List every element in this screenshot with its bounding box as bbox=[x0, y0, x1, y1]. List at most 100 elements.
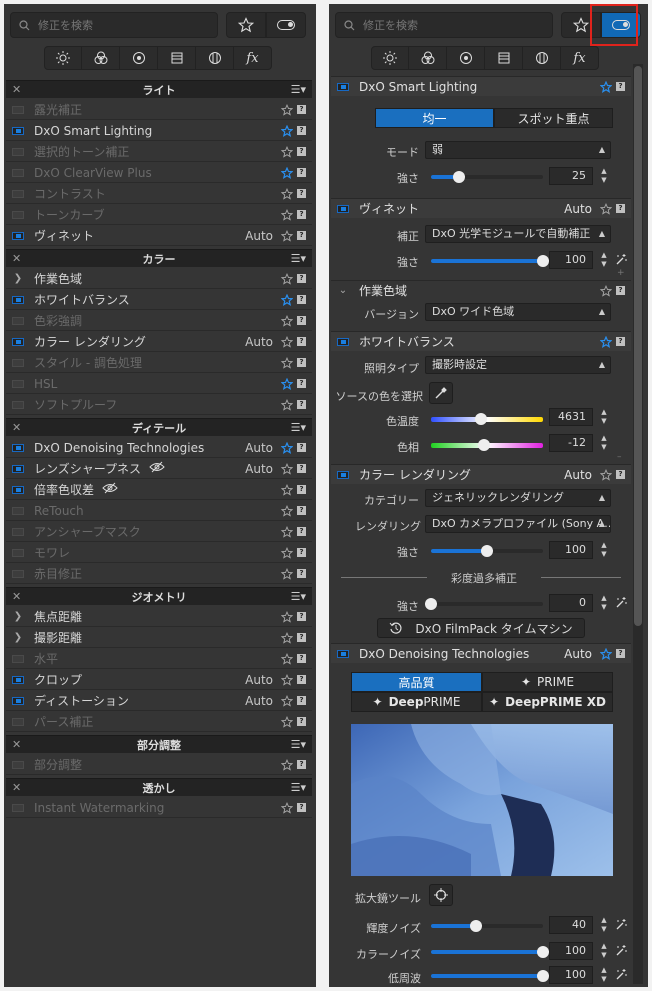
stepper-icon[interactable]: ▲ ▼ bbox=[599, 594, 609, 612]
enable-checkbox[interactable] bbox=[12, 803, 24, 812]
star-outline-icon[interactable] bbox=[281, 103, 293, 116]
mode-select[interactable]: 弱 ▲▼ bbox=[425, 141, 611, 159]
resize-handle-icon[interactable]: – bbox=[617, 452, 622, 462]
search-input-left[interactable]: 修正を検索 bbox=[10, 12, 218, 38]
low-frequency-slider[interactable] bbox=[431, 970, 549, 982]
light-palette-icon[interactable] bbox=[371, 46, 409, 70]
loupe-button[interactable] bbox=[429, 884, 453, 906]
category-header[interactable]: ✕ ディテール ☰▾ bbox=[6, 418, 312, 436]
working-space-header[interactable]: ⌄ 作業色域 ? bbox=[331, 280, 631, 300]
active-corrections-toggle[interactable] bbox=[266, 12, 306, 38]
luminance-noise-slider[interactable] bbox=[431, 920, 543, 932]
enable-checkbox[interactable] bbox=[12, 316, 24, 325]
help-icon[interactable]: ? bbox=[297, 548, 306, 557]
help-icon[interactable]: ? bbox=[297, 105, 306, 114]
magic-wand-icon[interactable] bbox=[615, 969, 627, 981]
stepper-icon[interactable]: ▲ ▼ bbox=[599, 408, 609, 426]
enable-checkbox[interactable] bbox=[12, 717, 24, 726]
star-outline-icon[interactable] bbox=[281, 356, 293, 369]
help-icon[interactable]: ? bbox=[297, 274, 306, 283]
help-icon[interactable]: ? bbox=[297, 379, 306, 388]
star-filled-icon[interactable] bbox=[281, 441, 293, 454]
category-header[interactable]: ✕ ジオメトリ ☰▾ bbox=[6, 587, 312, 605]
hq-button[interactable]: 高品質 bbox=[351, 672, 482, 692]
close-icon[interactable]: ✕ bbox=[12, 738, 21, 751]
chevron-down-icon[interactable]: ⌄ bbox=[337, 285, 349, 296]
white-balance-checkbox[interactable] bbox=[337, 337, 349, 346]
correction-row[interactable]: アンシャープマスク? bbox=[6, 522, 312, 542]
color-palette-icon[interactable] bbox=[82, 46, 120, 70]
menu-dropdown-icon[interactable]: ☰▾ bbox=[291, 252, 306, 265]
help-icon[interactable]: ? bbox=[616, 337, 625, 346]
stepper-icon[interactable]: ▲ ▼ bbox=[599, 541, 609, 559]
strength-value[interactable]: 25 bbox=[549, 167, 593, 185]
slider-knob[interactable] bbox=[453, 171, 465, 183]
oversat-value[interactable]: 0 bbox=[549, 594, 593, 612]
enable-checkbox[interactable] bbox=[12, 654, 24, 663]
star-outline-icon[interactable] bbox=[281, 462, 293, 475]
help-icon[interactable]: ? bbox=[297, 295, 306, 304]
star-outline-icon[interactable] bbox=[281, 398, 293, 411]
menu-dropdown-icon[interactable]: ☰▾ bbox=[291, 83, 306, 96]
enable-checkbox[interactable] bbox=[12, 295, 24, 304]
help-icon[interactable]: ? bbox=[297, 337, 306, 346]
strength-slider[interactable] bbox=[431, 255, 549, 267]
star-filled-icon[interactable] bbox=[281, 377, 293, 390]
category-header[interactable]: ✕ ライト ☰▾ bbox=[6, 80, 312, 98]
star-filled-icon[interactable] bbox=[281, 124, 293, 137]
help-icon[interactable]: ? bbox=[297, 168, 306, 177]
help-icon[interactable]: ? bbox=[616, 82, 625, 91]
white-balance-header[interactable]: ホワイトバランス ? bbox=[331, 331, 631, 351]
help-icon[interactable]: ? bbox=[297, 464, 306, 473]
strength-slider[interactable] bbox=[431, 545, 543, 557]
geometry-palette-icon[interactable] bbox=[485, 46, 523, 70]
menu-dropdown-icon[interactable]: ☰▾ bbox=[291, 738, 306, 751]
correction-row[interactable]: コントラスト? bbox=[6, 184, 312, 204]
correction-row[interactable]: 倍率色収差? bbox=[6, 480, 312, 500]
enable-checkbox[interactable] bbox=[12, 443, 24, 452]
enable-checkbox[interactable] bbox=[12, 400, 24, 409]
smart-lighting-checkbox[interactable] bbox=[337, 82, 349, 91]
help-icon[interactable]: ? bbox=[297, 675, 306, 684]
enable-checkbox[interactable] bbox=[12, 147, 24, 156]
resize-handle-icon[interactable]: + bbox=[617, 268, 625, 278]
star-outline-icon[interactable] bbox=[281, 229, 293, 242]
correction-row[interactable]: ヴィネット Auto? bbox=[6, 226, 312, 246]
close-icon[interactable]: ✕ bbox=[12, 590, 21, 603]
enable-checkbox[interactable] bbox=[12, 569, 24, 578]
star-outline-icon[interactable] bbox=[281, 631, 293, 644]
correction-row[interactable]: 部分調整? bbox=[6, 755, 312, 775]
help-icon[interactable]: ? bbox=[297, 210, 306, 219]
chevron-right-icon[interactable]: ❯ bbox=[12, 632, 24, 643]
strength-value[interactable]: 100 bbox=[549, 251, 593, 269]
eyedropper-button[interactable] bbox=[429, 382, 453, 404]
eye-hidden-icon[interactable] bbox=[102, 482, 118, 494]
enable-checkbox[interactable] bbox=[12, 210, 24, 219]
chevron-right-icon[interactable]: ❯ bbox=[12, 273, 24, 284]
magic-wand-icon[interactable] bbox=[615, 919, 627, 931]
close-icon[interactable]: ✕ bbox=[12, 421, 21, 434]
eye-hidden-icon[interactable] bbox=[149, 461, 165, 473]
slider-knob[interactable] bbox=[481, 545, 493, 557]
star-outline-icon[interactable] bbox=[281, 567, 293, 580]
star-filled-icon[interactable] bbox=[600, 647, 612, 660]
light-palette-icon[interactable] bbox=[44, 46, 82, 70]
menu-dropdown-icon[interactable]: ☰▾ bbox=[291, 590, 306, 603]
effects-palette-icon[interactable]: fx bbox=[234, 46, 272, 70]
correction-row[interactable]: 水平? bbox=[6, 649, 312, 669]
enable-checkbox[interactable] bbox=[12, 379, 24, 388]
category-select[interactable]: ジェネリックレンダリング ▲▼ bbox=[425, 489, 611, 507]
stepper-icon[interactable]: ▲ ▼ bbox=[599, 916, 609, 934]
correction-row[interactable]: スタイル - 調色処理? bbox=[6, 353, 312, 373]
slider-knob[interactable] bbox=[537, 970, 549, 982]
correction-row[interactable]: パース補正? bbox=[6, 712, 312, 732]
correction-row[interactable]: ReTouch? bbox=[6, 501, 312, 521]
category-header[interactable]: ✕ 透かし ☰▾ bbox=[6, 778, 312, 796]
filmpack-time-machine-button[interactable]: DxO FilmPack タイムマシン bbox=[377, 618, 585, 638]
star-outline-icon[interactable] bbox=[600, 284, 612, 297]
star-filled-icon[interactable] bbox=[600, 80, 612, 93]
star-outline-icon[interactable] bbox=[281, 652, 293, 665]
help-icon[interactable]: ? bbox=[297, 485, 306, 494]
correction-row[interactable]: クロップ Auto? bbox=[6, 670, 312, 690]
slider-knob[interactable] bbox=[469, 920, 482, 932]
